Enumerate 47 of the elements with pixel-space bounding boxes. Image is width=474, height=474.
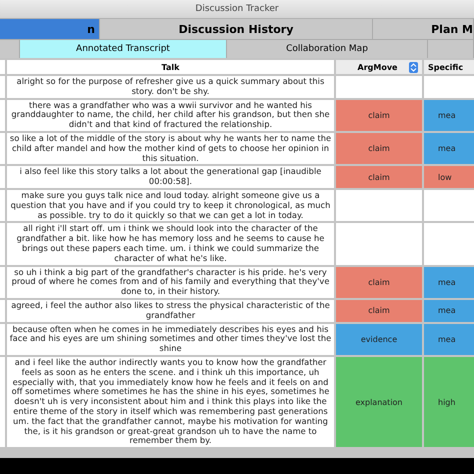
- row-stub-cell: [0, 223, 5, 265]
- specificity-cell: high: [424, 356, 474, 448]
- header-stub-cell: [0, 60, 5, 74]
- talk-cell: and i feel like the author indirectly wants you to know how the grandfather feels as soon as he enters the scene. and i think uh this importance, uh especially with, that you immediately know how he feels and it feels on and off sometimes where sometimes he has the shine in his eyes, sometimes he doesn't uh is very inconsistent about him and i think this plays into like the entire theme of the story in itself which was remembering past generations um. the fact that the grandfather cannot, maybe his motivation for wanting the, is it his grandson or great-great grandson uh to have the name to remember them by.: [7, 356, 334, 448]
- argmove-cell: claim: [336, 100, 422, 131]
- talk-cell: i also feel like this story talks a lot about the generational gap [inaudible 00:00:58].: [7, 166, 334, 188]
- argmove-cell: evidence: [336, 324, 422, 355]
- talk-cell: alright so for the purpose of refresher give us a quick summary about this story. don't be shy.: [7, 76, 334, 98]
- main-tab[interactable]: Discussion History: [100, 19, 373, 39]
- sub-tab[interactable]: Annotated Transcript: [20, 40, 227, 58]
- row-stub-cell: [0, 324, 5, 355]
- argmove-cell: claim: [336, 300, 422, 322]
- argmove-cell: claim: [336, 166, 422, 188]
- main-tab[interactable]: n: [0, 19, 100, 39]
- specificity-cell: mea: [424, 100, 474, 131]
- column-header: Specific: [424, 60, 474, 74]
- empty-cell: [424, 76, 474, 98]
- argmove-cell: claim: [336, 132, 422, 164]
- specificity-cell: mea: [424, 324, 474, 355]
- sub-tab[interactable]: Collaboration Map: [227, 40, 428, 58]
- window-title: Discussion Tracker: [195, 4, 279, 14]
- talk-cell: so like a lot of the middle of the story is about why he wants her to name the child after mandel and how the mother kind of gets to choose her opinion in this situation.: [7, 132, 334, 164]
- row-stub-cell: [0, 100, 5, 131]
- specificity-cell: low: [424, 166, 474, 188]
- main-tab[interactable]: Plan M: [373, 19, 474, 39]
- talk-cell: make sure you guys talk nice and loud today. alright someone give us a question that you have and if you could try to keep it chronological, as much as possible. try to do it quickly so that we can get a lot in today.: [7, 190, 334, 222]
- dropdown-icon: [409, 62, 418, 72]
- talk-cell: all right i'll start off. um i think we should look into the character of the grandfather a bit. like how he has memory loss and he seems to cause he brings out these papers each time. um. i think we could summarize the character of what he's like.: [7, 223, 334, 265]
- specificity-cell: mea: [424, 266, 474, 298]
- row-stub-cell: [0, 132, 5, 164]
- talk-cell: agreed, i feel the author also likes to stress the physical characteristic of the grandfather: [7, 300, 334, 322]
- specificity-cell: mea: [424, 300, 474, 322]
- empty-cell: [424, 190, 474, 222]
- row-stub-cell: [0, 300, 5, 322]
- empty-cell: [424, 223, 474, 265]
- talk-cell: there was a grandfather who was a wwii survivor and he wanted his granddaughter to name, the child, her child after his grandson, but then she didn't and that kind of fractured the relationship.: [7, 100, 334, 131]
- row-stub-cell: [0, 76, 5, 98]
- row-stub-cell: [0, 190, 5, 222]
- argmove-cell: claim: [336, 266, 422, 298]
- column-header-dropdown[interactable]: ArgMove: [336, 60, 422, 74]
- talk-cell: so uh i think a big part of the grandfather's character is his pride. he's very proud of where he comes from and of his family and everything that they've done to, in their history.: [7, 266, 334, 298]
- column-header: Talk: [7, 60, 334, 74]
- argmove-cell: explanation: [336, 356, 422, 448]
- row-stub-cell: [0, 166, 5, 188]
- row-stub-cell: [0, 266, 5, 298]
- specificity-cell: mea: [424, 132, 474, 164]
- talk-cell: because often when he comes in he immediately describes his eyes and his face and his eyes are um shining sometimes and other times they've lost the shine: [7, 324, 334, 355]
